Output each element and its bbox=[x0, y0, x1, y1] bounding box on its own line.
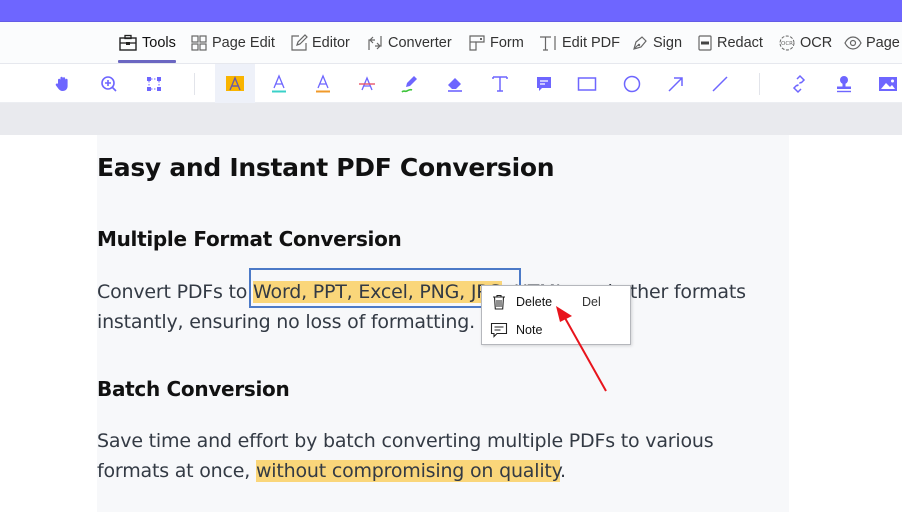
strikethrough-icon bbox=[359, 75, 375, 90]
link-tool[interactable] bbox=[781, 64, 817, 103]
arrow-icon bbox=[668, 76, 683, 92]
menu-page-edit[interactable]: Page Edit bbox=[190, 31, 275, 55]
pencil-tool[interactable] bbox=[392, 64, 428, 103]
text-run: . bbox=[559, 460, 566, 482]
squiggly-underline-icon bbox=[316, 73, 330, 92]
ocr-icon: OCR bbox=[779, 35, 795, 51]
context-menu-note[interactable]: Note bbox=[482, 316, 630, 344]
paragraph-line: instantly, ensuring no loss of formattin… bbox=[97, 311, 475, 333]
image-tool[interactable] bbox=[870, 64, 902, 103]
document-title: Easy and Instant PDF Conversion bbox=[97, 153, 555, 182]
title-bar bbox=[0, 0, 902, 22]
text-run: formats at once, bbox=[97, 460, 256, 482]
stamp-icon bbox=[837, 75, 851, 92]
text-cursor-icon bbox=[540, 36, 556, 51]
section-heading-multiple-format: Multiple Format Conversion bbox=[97, 227, 402, 251]
arrow-tool[interactable] bbox=[658, 64, 694, 103]
zoom-tool[interactable] bbox=[91, 64, 127, 103]
circle-tool[interactable] bbox=[614, 64, 650, 103]
eraser-tool[interactable] bbox=[437, 64, 473, 103]
svg-text:OCR: OCR bbox=[781, 41, 793, 47]
pen-nib-icon bbox=[633, 36, 647, 50]
rectangle-icon bbox=[577, 76, 597, 91]
menu-page[interactable]: Page bbox=[844, 31, 900, 55]
menu-ocr[interactable]: OCR OCR bbox=[778, 31, 832, 55]
hand-icon bbox=[55, 76, 68, 91]
paragraph-line: formats at once, without compromising on… bbox=[97, 456, 566, 486]
menu-redact-label: Redact bbox=[717, 35, 763, 51]
menu-sign-label: Sign bbox=[653, 35, 683, 51]
menu-editor-label: Editor bbox=[312, 35, 350, 51]
text-run: Convert PDFs to bbox=[97, 281, 254, 303]
paragraph-line: Save time and effort by batch converting… bbox=[97, 430, 714, 452]
eraser-icon bbox=[448, 77, 462, 92]
link-icon bbox=[792, 74, 806, 93]
line-icon bbox=[712, 75, 728, 92]
toolbar-divider bbox=[194, 73, 195, 95]
image-icon bbox=[879, 76, 897, 91]
context-menu-note-label: Note bbox=[516, 323, 543, 337]
menu-form-label: Form bbox=[490, 35, 524, 51]
marquee-select-tool[interactable] bbox=[136, 64, 172, 103]
menu-ocr-label: OCR bbox=[800, 35, 833, 51]
edit-icon bbox=[291, 34, 308, 51]
underline-tool[interactable] bbox=[261, 64, 297, 103]
toolbox-icon bbox=[119, 34, 137, 51]
line-tool[interactable] bbox=[702, 64, 738, 103]
text-tool[interactable] bbox=[482, 64, 518, 103]
highlight-annotation[interactable]: without compromising on quality bbox=[255, 460, 560, 482]
menu-sign[interactable]: Sign bbox=[631, 31, 682, 55]
stamp-tool[interactable] bbox=[826, 64, 862, 103]
menu-form[interactable]: Form bbox=[468, 31, 524, 55]
marquee-select-icon bbox=[147, 76, 161, 91]
menu-converter-label: Converter bbox=[388, 35, 452, 51]
comment-tool[interactable] bbox=[526, 64, 562, 103]
highlight-tool[interactable] bbox=[215, 64, 255, 103]
rectangle-tool[interactable] bbox=[569, 64, 605, 103]
hand-tool[interactable] bbox=[45, 64, 81, 103]
context-menu: Delete Del Note bbox=[481, 285, 631, 345]
menu-editor[interactable]: Editor bbox=[290, 31, 350, 55]
zoom-in-icon bbox=[101, 75, 117, 92]
redact-icon bbox=[698, 35, 712, 51]
main-menu-bar: Tools Page Edit Editor Converter Form Ed… bbox=[0, 22, 902, 64]
trash-icon bbox=[493, 294, 505, 310]
menu-tools-label: Tools bbox=[142, 35, 176, 51]
comment-icon bbox=[537, 76, 551, 91]
delete-shortcut: Del bbox=[582, 295, 601, 309]
highlight-icon bbox=[226, 75, 244, 91]
menu-page-edit-label: Page Edit bbox=[212, 35, 275, 51]
menu-page-label: Page bbox=[866, 35, 900, 51]
circle-icon bbox=[623, 75, 641, 92]
menu-edit-pdf[interactable]: Edit PDF bbox=[538, 31, 620, 55]
menu-converter[interactable]: Converter bbox=[366, 31, 452, 55]
eye-icon bbox=[844, 36, 862, 50]
menu-tools[interactable]: Tools bbox=[118, 31, 176, 63]
grid-icon bbox=[191, 35, 207, 51]
menu-edit-pdf-label: Edit PDF bbox=[562, 35, 621, 51]
viewer-gutter bbox=[0, 103, 902, 135]
context-menu-delete-label: Delete bbox=[516, 295, 553, 309]
toolbar-divider bbox=[759, 73, 760, 95]
menu-redact[interactable]: Redact bbox=[697, 31, 763, 55]
strikethrough-tool[interactable] bbox=[349, 64, 385, 103]
section-heading-batch: Batch Conversion bbox=[97, 377, 290, 401]
note-icon bbox=[490, 322, 508, 338]
annotation-toolbar bbox=[0, 64, 902, 103]
underline-icon bbox=[272, 73, 286, 92]
context-menu-delete[interactable]: Delete Del bbox=[482, 288, 630, 316]
squiggly-tool[interactable] bbox=[305, 64, 341, 103]
pencil-icon bbox=[401, 75, 417, 93]
convert-icon bbox=[368, 36, 382, 50]
text-icon bbox=[492, 75, 508, 92]
form-icon bbox=[469, 35, 485, 51]
